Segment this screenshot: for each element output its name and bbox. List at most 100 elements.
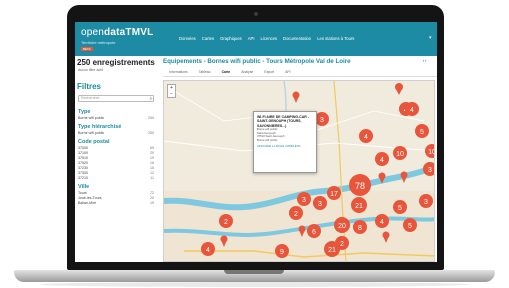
- svg-text:20: 20: [338, 223, 346, 230]
- tab-carte[interactable]: Carte: [222, 69, 231, 76]
- facet-item-count: 250: [148, 116, 154, 120]
- facet-item[interactable]: Borne wifi public 250: [78, 131, 154, 136]
- map-cluster[interactable]: 5: [415, 124, 429, 138]
- facet-item[interactable]: 37210 11: [78, 176, 154, 181]
- svg-text:21: 21: [328, 247, 336, 254]
- svg-text:8: 8: [358, 225, 362, 232]
- map-cluster[interactable]: 2: [289, 206, 303, 220]
- filters-title: Filtres: [77, 82, 102, 91]
- search-icon[interactable]: ⌕: [149, 96, 152, 101]
- nav-item-graphiques[interactable]: Graphiques: [220, 36, 242, 41]
- map-cluster[interactable]: 4: [375, 214, 389, 228]
- svg-text:5: 5: [408, 223, 412, 230]
- map-cluster[interactable]: 4: [201, 242, 215, 256]
- map-cluster[interactable]: 78: [349, 174, 371, 196]
- map-cluster[interactable]: 17: [327, 186, 341, 200]
- nav-item-cartes[interactable]: Cartes: [202, 36, 214, 41]
- map-cluster[interactable]: 3: [313, 196, 327, 210]
- active-filters-note: Aucun filtre actif: [78, 68, 103, 72]
- map-view[interactable]: 3 4 10 5 3 3 4 4 5 10 4 3 78 3 21 17 5 4…: [163, 80, 435, 262]
- map-cluster[interactable]: 5: [393, 200, 407, 214]
- map-cluster[interactable]: 2: [219, 214, 233, 228]
- top-navbar: opendataTMVL Territoire métropole BETA D…: [75, 22, 437, 56]
- record-count-label: enregistrements: [92, 58, 155, 67]
- popup-line: Borne wifi public: [257, 138, 278, 142]
- map-cluster[interactable]: 9: [275, 244, 289, 258]
- facet-title-code-postal: Code postal: [78, 139, 110, 145]
- tab-export[interactable]: Export: [264, 69, 274, 76]
- facet-item[interactable]: Borne wifi public 250: [78, 116, 154, 121]
- nav-item-donnees[interactable]: Données: [179, 36, 196, 41]
- laptop-shadow: [40, 282, 470, 287]
- tab-tableau[interactable]: Tableau: [199, 69, 211, 76]
- site-logo[interactable]: opendataTMVL: [81, 27, 153, 38]
- map-marker[interactable]: [220, 235, 228, 248]
- map-marker[interactable]: [400, 171, 408, 184]
- svg-text:4: 4: [380, 157, 384, 164]
- svg-text:2: 2: [224, 219, 228, 226]
- map-cluster[interactable]: 21: [324, 241, 340, 257]
- facet-item-count: 250: [148, 131, 154, 135]
- facet-item-label: Borne wifi public: [78, 116, 105, 120]
- facet-item-count: 19: [150, 201, 154, 205]
- logo-data-text: data: [104, 27, 126, 38]
- svg-text:2: 2: [340, 241, 344, 248]
- map-marker[interactable]: [292, 91, 300, 104]
- svg-text:3: 3: [428, 167, 432, 174]
- tab-informations[interactable]: Informations: [169, 69, 188, 76]
- app-screen: opendataTMVL Territoire métropole BETA D…: [75, 22, 437, 262]
- facet-item-label: 37210: [78, 176, 88, 180]
- svg-text:3: 3: [318, 201, 322, 208]
- nav-item-licences[interactable]: Licences: [261, 36, 278, 41]
- map-cluster[interactable]: 4: [405, 102, 419, 116]
- logo-open-text: open: [81, 27, 105, 38]
- record-count: 250 enregistrements: [77, 58, 155, 67]
- nav-item-api[interactable]: API: [248, 36, 255, 41]
- map-cluster[interactable]: 20: [334, 217, 350, 233]
- svg-text:2: 2: [294, 211, 298, 218]
- map-cluster[interactable]: 5: [403, 218, 417, 232]
- map-cluster[interactable]: 4: [375, 152, 389, 166]
- svg-text:4: 4: [410, 107, 414, 114]
- svg-text:4: 4: [206, 247, 210, 254]
- zoom-out-button[interactable]: −: [168, 91, 175, 97]
- facet-item-label: Ballan-Miré: [78, 201, 97, 205]
- main-nav: Données Cartes Graphiques API Licences D…: [179, 36, 354, 41]
- facet-item-count: 11: [150, 176, 154, 180]
- map-cluster[interactable]: 10: [393, 146, 407, 160]
- tab-analyse[interactable]: Analyse: [241, 69, 253, 76]
- map-cluster[interactable]: 6: [307, 224, 321, 238]
- nav-item-stations[interactable]: Les stations à Tours: [317, 36, 354, 41]
- facet-item[interactable]: Ballan-Miré 19: [78, 201, 154, 206]
- laptop-notch: [224, 270, 284, 274]
- svg-text:21: 21: [355, 203, 363, 210]
- svg-text:10: 10: [396, 151, 404, 158]
- map-cluster[interactable]: 21: [351, 197, 367, 213]
- svg-text:6: 6: [312, 229, 316, 236]
- filter-search-input[interactable]: Rechercher... ⌕: [78, 95, 154, 102]
- social-share-icons[interactable]: t f: [423, 58, 426, 63]
- map-marker[interactable]: [382, 231, 390, 244]
- page-title: Equipements - Bornes wifi public - Tours…: [163, 58, 351, 65]
- chevron-down-icon[interactable]: ▾: [429, 35, 432, 41]
- zoom-control: + −: [167, 84, 176, 98]
- map-cluster[interactable]: 3: [423, 162, 435, 176]
- svg-text:5: 5: [398, 205, 402, 212]
- search-placeholder: Rechercher...: [81, 96, 103, 100]
- tab-api[interactable]: API: [285, 69, 290, 76]
- popup-details-link[interactable]: AFFICHER LA FICHE COMPLÈTE: [257, 144, 313, 149]
- svg-text:5: 5: [420, 129, 424, 136]
- facet-item-label: Borne wifi public: [78, 131, 105, 135]
- facet-title-ville: Ville: [78, 184, 90, 190]
- logo-tmvl-text: TMVL: [125, 27, 154, 38]
- record-count-number: 250: [77, 58, 91, 67]
- facet-title-type: Type: [78, 109, 91, 115]
- map-cluster[interactable]: 8: [353, 220, 367, 234]
- svg-text:78: 78: [355, 181, 365, 191]
- logo-subtitle: Territoire métropole: [81, 40, 116, 45]
- nav-item-documentation[interactable]: Documentation: [283, 36, 311, 41]
- dataset-tabs: Informations Tableau Carte Analyse Expor…: [163, 69, 437, 77]
- beta-badge: BETA: [81, 47, 93, 51]
- facet-title-type-hierarchise: Type hiérarchisé: [78, 124, 122, 130]
- webcam-icon: [254, 12, 258, 16]
